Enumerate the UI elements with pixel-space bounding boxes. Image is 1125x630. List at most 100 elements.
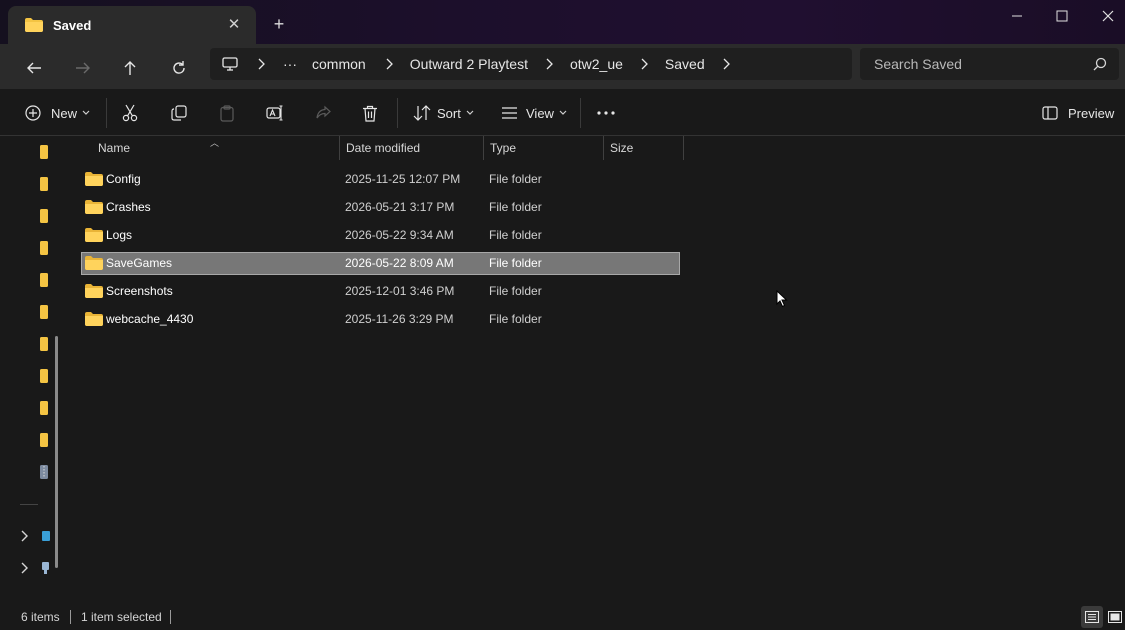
cut-button[interactable] <box>122 101 138 125</box>
file-row-webcache[interactable]: webcache_4430 2025-11-26 3:29 PM File fo… <box>81 308 680 331</box>
folder-icon[interactable] <box>38 209 48 223</box>
folder-icon <box>85 312 103 326</box>
up-button[interactable] <box>114 52 146 84</box>
tab-saved[interactable]: Saved ✕ <box>8 6 256 44</box>
item-count: 6 items <box>21 610 60 624</box>
new-label: New <box>51 105 78 121</box>
folder-icon[interactable] <box>38 305 48 319</box>
share-button[interactable] <box>315 101 331 125</box>
chevron-right-icon[interactable] <box>633 58 655 70</box>
file-row-crashes[interactable]: Crashes 2026-05-21 3:17 PM File folder <box>81 196 680 219</box>
back-button[interactable] <box>18 52 50 84</box>
column-size[interactable]: Size <box>610 141 633 155</box>
file-type: File folder <box>489 228 542 242</box>
share-icon <box>316 105 331 119</box>
more-icon <box>597 111 615 115</box>
title-bar: Saved ✕ + <box>0 0 1125 44</box>
column-name[interactable]: Name <box>98 141 130 155</box>
tiles-view-icon <box>1108 611 1122 623</box>
column-divider[interactable] <box>603 136 604 160</box>
file-date: 2025-11-26 3:29 PM <box>345 312 454 326</box>
new-button[interactable]: New <box>25 101 90 125</box>
copy-button[interactable] <box>171 101 187 125</box>
sort-ascending-icon: ︿ <box>210 138 220 148</box>
folder-icon[interactable] <box>38 369 48 383</box>
refresh-icon <box>173 61 185 74</box>
refresh-button[interactable] <box>163 52 195 84</box>
folder-icon[interactable] <box>38 241 48 255</box>
chevron-right-icon[interactable] <box>378 58 400 70</box>
folder-icon[interactable] <box>38 177 48 191</box>
file-row-config[interactable]: Config 2025-11-25 12:07 PM File folder <box>81 168 680 191</box>
plus-circle-icon <box>25 105 41 121</box>
chevron-right-icon[interactable] <box>250 58 272 70</box>
delete-button[interactable] <box>362 101 378 125</box>
address-bar[interactable]: ··· common Outward 2 Playtest otw2_ue Sa… <box>210 48 852 80</box>
trash-icon <box>363 105 377 122</box>
column-divider[interactable] <box>683 136 684 160</box>
folder-icon[interactable] <box>38 337 48 351</box>
more-options-button[interactable] <box>597 101 615 125</box>
breadcrumb-otw2-ue[interactable]: otw2_ue <box>570 56 623 72</box>
forward-button[interactable] <box>67 52 99 84</box>
file-name: Logs <box>106 228 133 242</box>
this-pc-icon[interactable] <box>210 56 250 72</box>
navigation-pane <box>0 136 66 604</box>
file-row-logs[interactable]: Logs 2026-05-22 9:34 AM File folder <box>81 224 680 247</box>
rename-button[interactable] <box>266 101 284 125</box>
file-date: 2025-11-25 12:07 PM <box>345 172 461 186</box>
column-divider[interactable] <box>339 136 340 160</box>
file-date: 2025-12-01 3:46 PM <box>345 284 455 298</box>
view-label: View <box>526 105 554 121</box>
tab-close-icon[interactable]: ✕ <box>224 15 244 35</box>
folder-icon[interactable] <box>38 273 48 287</box>
details-view-button[interactable] <box>1081 606 1103 628</box>
forward-arrow-icon <box>76 62 90 74</box>
network-icon[interactable] <box>40 561 50 575</box>
chevron-right-icon[interactable] <box>18 561 32 575</box>
breadcrumb-common[interactable]: common <box>312 56 366 72</box>
column-divider[interactable] <box>483 136 484 160</box>
chevron-down-icon <box>82 110 90 115</box>
details-view-icon <box>1085 611 1099 623</box>
search-icon[interactable] <box>1093 57 1107 71</box>
file-type: File folder <box>489 200 542 214</box>
folder-icon[interactable] <box>38 145 48 159</box>
sort-label: Sort <box>437 105 461 121</box>
breadcrumb-saved[interactable]: Saved <box>665 56 705 72</box>
sort-icon <box>413 105 431 121</box>
breadcrumb-outward-2-playtest[interactable]: Outward 2 Playtest <box>410 56 528 72</box>
folder-icon <box>25 18 43 32</box>
this-pc-icon[interactable] <box>40 529 50 543</box>
tiles-view-button[interactable] <box>1104 606 1125 628</box>
maximize-button[interactable] <box>1039 3 1085 29</box>
separator <box>20 504 38 505</box>
close-window-button[interactable] <box>1085 3 1125 29</box>
up-arrow-icon <box>124 61 136 75</box>
column-date-modified[interactable]: Date modified <box>346 141 420 155</box>
chevron-right-icon[interactable] <box>538 58 560 70</box>
file-row-savegames[interactable]: SaveGames 2026-05-22 8:09 AM File folder <box>81 252 680 275</box>
close-icon <box>1102 10 1114 22</box>
file-name: SaveGames <box>106 256 173 270</box>
file-name: Config <box>106 172 141 186</box>
preview-label: Preview <box>1068 105 1115 121</box>
search-input[interactable]: Search Saved <box>860 48 1119 80</box>
paste-button[interactable] <box>219 101 235 125</box>
file-row-screenshots[interactable]: Screenshots 2025-12-01 3:46 PM File fold… <box>81 280 680 303</box>
chevron-right-icon[interactable] <box>18 529 32 543</box>
breadcrumb-overflow[interactable]: ··· <box>272 56 308 72</box>
sort-button[interactable]: Sort <box>413 101 474 125</box>
column-type[interactable]: Type <box>490 141 516 155</box>
folder-icon[interactable] <box>38 433 48 447</box>
new-tab-button[interactable]: + <box>268 13 290 35</box>
folder-icon[interactable] <box>38 401 48 415</box>
chevron-right-icon[interactable] <box>715 58 737 70</box>
minimize-button[interactable] <box>994 3 1040 29</box>
folder-icon <box>85 284 103 298</box>
zip-folder-icon[interactable] <box>38 465 48 479</box>
preview-pane-button[interactable]: Preview <box>1042 101 1114 125</box>
sidebar-scrollbar[interactable] <box>55 336 58 568</box>
view-button[interactable]: View <box>501 101 567 125</box>
status-bar: 6 items 1 item selected <box>0 604 1125 630</box>
